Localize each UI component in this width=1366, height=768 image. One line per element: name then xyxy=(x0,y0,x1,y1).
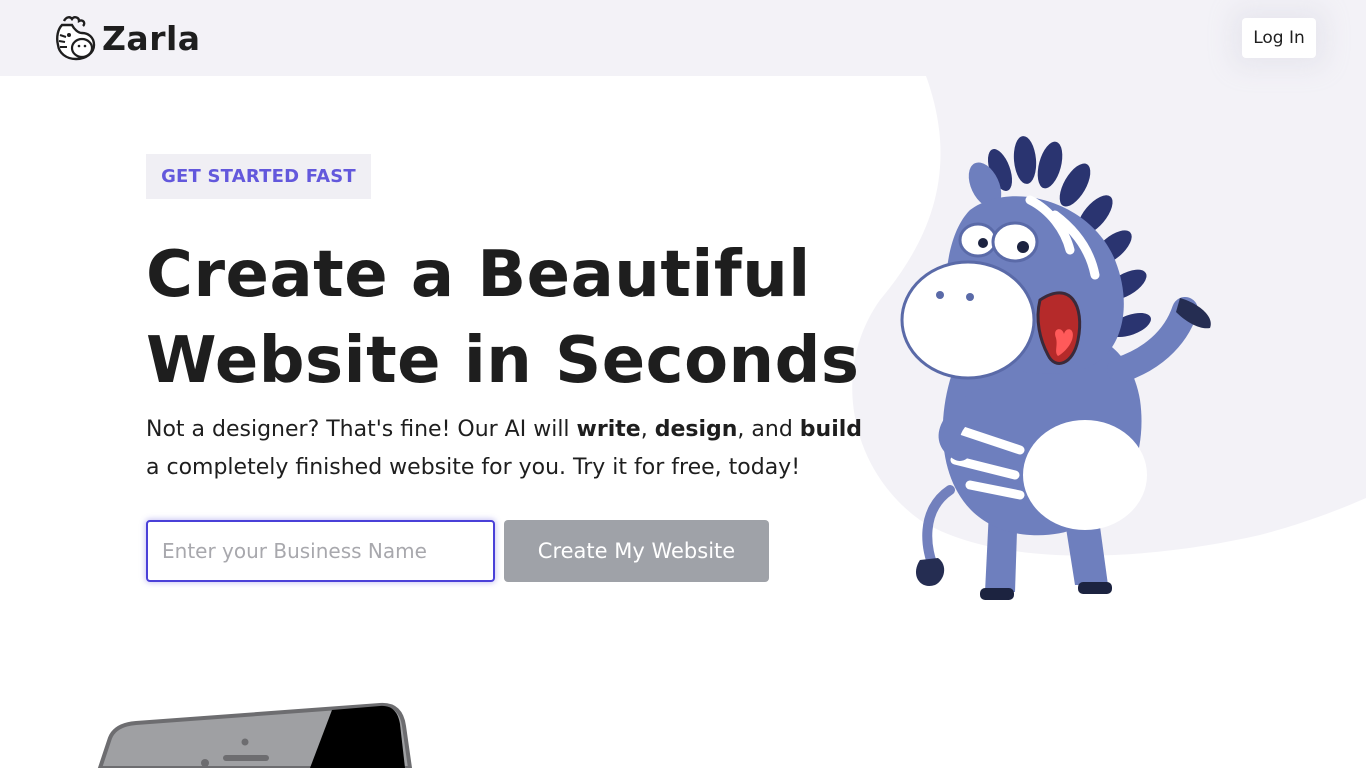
login-button[interactable]: Log In xyxy=(1242,18,1316,58)
description-bold-build: build xyxy=(799,417,863,442)
brand-logo[interactable]: Zarla xyxy=(52,14,201,62)
zebra-head-icon xyxy=(56,16,96,61)
description-bold-write: write xyxy=(576,417,641,442)
hero-description: Not a designer? That's fine! Our AI will… xyxy=(146,411,876,487)
description-text-2: , xyxy=(640,417,655,442)
description-text-1: Not a designer? That's fine! Our AI will xyxy=(146,417,577,442)
phone-illustration xyxy=(97,702,413,768)
description-text-3: , and xyxy=(737,417,800,442)
business-name-input[interactable] xyxy=(146,520,495,582)
description-text-4: a completely finished website for you. T… xyxy=(146,455,801,480)
create-website-button[interactable]: Create My Website xyxy=(504,520,769,582)
zebra-mascot-illustration xyxy=(900,136,1211,600)
description-bold-design: design xyxy=(654,417,738,442)
headline-line-2: Website in Seconds xyxy=(146,324,860,398)
brand-name: Zarla xyxy=(102,18,201,58)
top-navigation-bar xyxy=(0,0,1366,76)
headline-line-1: Create a Beautiful xyxy=(146,238,811,312)
eyebrow-badge: GET STARTED FAST xyxy=(146,154,371,199)
hero-headline: Create a Beautiful Website in Seconds xyxy=(146,232,866,404)
